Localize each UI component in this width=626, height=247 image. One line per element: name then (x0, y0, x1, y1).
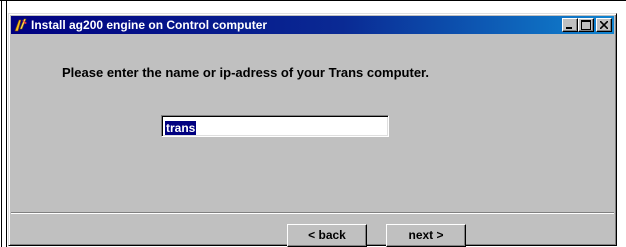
title-bar[interactable]: Install ag200 engine on Control computer (11, 16, 614, 34)
screenshot-canvas: Install ag200 engine on Control computer… (0, 0, 626, 247)
page-left-rule (1, 0, 2, 247)
prompt-text: Please enter the name or ip-adress of yo… (62, 65, 430, 80)
page-left-rule-inner (6, 0, 7, 247)
maximize-icon[interactable] (578, 18, 594, 32)
window-title: Install ag200 engine on Control computer (31, 18, 268, 32)
next-button[interactable]: next > (386, 224, 466, 247)
button-separator (11, 212, 614, 214)
host-input-value[interactable]: trans (165, 121, 197, 135)
minimize-icon[interactable] (562, 18, 578, 32)
app-icon[interactable] (13, 17, 29, 33)
host-input[interactable]: trans (161, 115, 389, 137)
installer-dialog: Install ag200 engine on Control computer… (8, 13, 617, 247)
close-icon[interactable] (596, 18, 612, 32)
back-button[interactable]: < back (287, 224, 367, 247)
page-top-rule (0, 0, 626, 1)
